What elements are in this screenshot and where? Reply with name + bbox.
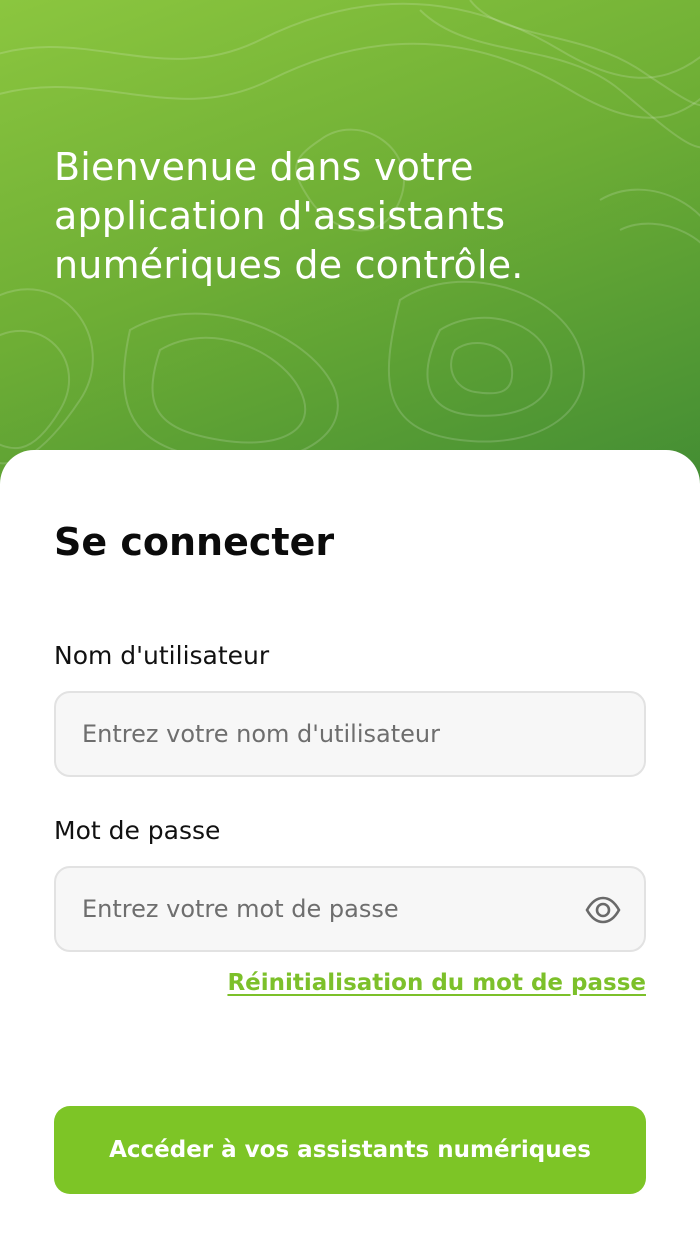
login-card: Se connecter Nom d'utilisateur Mot de pa… [0, 450, 700, 1244]
reset-password-link[interactable]: Réinitialisation du mot de passe [227, 970, 646, 996]
login-title: Se connecter [54, 520, 335, 564]
username-field-container [54, 691, 646, 777]
eye-icon[interactable] [584, 892, 622, 928]
access-assistants-button[interactable]: Accéder à vos assistants numériques [54, 1106, 646, 1194]
password-label: Mot de passe [54, 816, 221, 845]
welcome-heading: Bienvenue dans votre application d'assis… [54, 145, 524, 287]
password-input[interactable] [56, 868, 644, 950]
username-label: Nom d'utilisateur [54, 641, 270, 670]
username-input[interactable] [56, 693, 644, 775]
password-field-container [54, 866, 646, 952]
hero-banner: Bienvenue dans votre application d'assis… [0, 0, 700, 520]
